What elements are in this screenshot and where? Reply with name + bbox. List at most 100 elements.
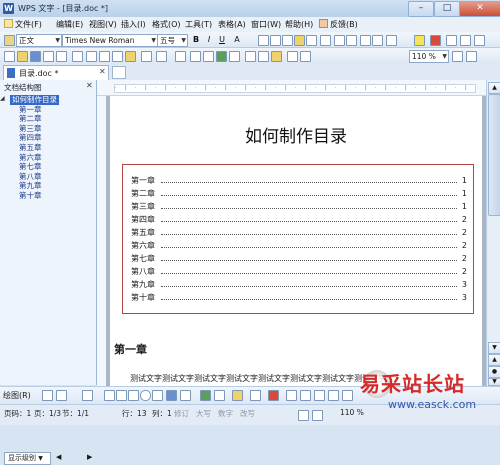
font-color-icon[interactable] bbox=[268, 390, 279, 401]
3d-icon[interactable] bbox=[342, 390, 353, 401]
chart-icon[interactable] bbox=[216, 51, 227, 62]
hyperlink-icon[interactable] bbox=[175, 51, 186, 62]
wordart-icon[interactable] bbox=[166, 390, 177, 401]
rotate-icon[interactable] bbox=[56, 390, 67, 401]
menu-feedback[interactable]: 反馈(B) bbox=[318, 18, 359, 31]
paste-icon[interactable] bbox=[112, 51, 123, 62]
collapse-arrow-icon[interactable]: ◢ bbox=[0, 95, 5, 102]
toc-entry[interactable]: 第四章 2 bbox=[131, 214, 467, 226]
table-icon[interactable] bbox=[190, 51, 201, 62]
close-pane-icon[interactable]: ✕ bbox=[86, 81, 93, 90]
line-color-icon[interactable] bbox=[250, 390, 261, 401]
menu-window[interactable]: 窗口(W) bbox=[250, 18, 282, 31]
font-color-button[interactable]: A bbox=[232, 34, 242, 45]
insert-table-icon[interactable] bbox=[203, 51, 214, 62]
document-map-icon[interactable] bbox=[258, 51, 269, 62]
bullets-icon[interactable] bbox=[346, 35, 357, 46]
text-color-icon[interactable] bbox=[430, 35, 441, 46]
align-right-icon[interactable] bbox=[282, 35, 293, 46]
line-spacing-icon[interactable] bbox=[320, 35, 331, 46]
outline-item[interactable]: 第十章 bbox=[6, 191, 94, 201]
show-marks-icon[interactable] bbox=[271, 51, 282, 62]
spell-check-icon[interactable] bbox=[72, 51, 83, 62]
outline-item[interactable]: 第四章 bbox=[6, 133, 94, 143]
scroll-up-icon[interactable]: ▲ bbox=[488, 82, 500, 94]
grow-font-icon[interactable] bbox=[446, 35, 457, 46]
document-page[interactable]: 如何制作目录 第一章 1 第二章 1 第三章 1 第四章 2 第五章 2 第六章 2 第七章… bbox=[110, 96, 482, 386]
outline-item[interactable]: 第九章 bbox=[6, 181, 94, 191]
drawing-menu[interactable]: 绘图(R) bbox=[3, 390, 31, 401]
menu-help[interactable]: 帮助(H) bbox=[284, 18, 314, 31]
toc-entry[interactable]: 第五章 2 bbox=[131, 227, 467, 239]
select-browse-object-icon[interactable]: ● bbox=[488, 366, 500, 378]
clear-format-icon[interactable] bbox=[474, 35, 485, 46]
font-select[interactable]: Times New Roman ▼ bbox=[62, 34, 158, 47]
toc-entry[interactable]: 第九章 3 bbox=[131, 279, 467, 291]
scroll-right-icon[interactable]: ▶ bbox=[87, 453, 92, 461]
justify-icon[interactable] bbox=[294, 35, 305, 46]
toc-entry[interactable]: 第八章 2 bbox=[131, 266, 467, 278]
help-icon[interactable] bbox=[452, 51, 463, 62]
toc-entry[interactable]: 第一章 1 bbox=[131, 175, 467, 187]
scroll-left-icon[interactable]: ◀ bbox=[56, 453, 61, 461]
menu-view[interactable]: 视图(V) bbox=[88, 18, 118, 31]
close-tab-icon[interactable]: ✕ bbox=[99, 67, 106, 76]
outline-item[interactable]: 第六章 bbox=[6, 153, 94, 163]
menu-table[interactable]: 表格(A) bbox=[217, 18, 247, 31]
view-mode-icon[interactable] bbox=[298, 410, 309, 421]
oval-icon[interactable] bbox=[140, 390, 151, 401]
page-view-icon[interactable] bbox=[312, 410, 323, 421]
dash-style-icon[interactable] bbox=[300, 390, 311, 401]
new-tab-button[interactable] bbox=[112, 66, 126, 79]
menu-format[interactable]: 格式(O) bbox=[151, 18, 182, 31]
picture-icon[interactable] bbox=[214, 390, 225, 401]
status-overwrite[interactable]: 改写 bbox=[240, 408, 255, 419]
outline-item[interactable]: 第五章 bbox=[6, 143, 94, 153]
textbox-icon[interactable] bbox=[300, 51, 311, 62]
borders-icon[interactable] bbox=[386, 35, 397, 46]
toc-entry[interactable]: 第六章 2 bbox=[131, 240, 467, 252]
outline-item[interactable]: 第一章 bbox=[6, 105, 94, 115]
align-left-icon[interactable] bbox=[258, 35, 269, 46]
distribute-icon[interactable] bbox=[306, 35, 317, 46]
next-page-icon[interactable]: ▼ bbox=[488, 378, 500, 386]
close-button[interactable]: ✕ bbox=[459, 1, 500, 17]
scroll-thumb[interactable] bbox=[488, 94, 500, 216]
previous-page-icon[interactable]: ▲ bbox=[488, 354, 500, 366]
columns-icon[interactable] bbox=[229, 51, 240, 62]
wps-app-icon[interactable]: W bbox=[3, 3, 14, 14]
clip-art-icon[interactable] bbox=[200, 390, 211, 401]
shadow-icon[interactable] bbox=[328, 390, 339, 401]
style-select[interactable]: 正文 ▼ bbox=[16, 34, 62, 47]
increase-indent-icon[interactable] bbox=[372, 35, 383, 46]
align-center-icon[interactable] bbox=[270, 35, 281, 46]
new-document-icon[interactable] bbox=[4, 51, 15, 62]
full-screen-icon[interactable] bbox=[466, 51, 477, 62]
print-icon[interactable] bbox=[43, 51, 54, 62]
minimize-button[interactable]: – bbox=[408, 1, 434, 17]
toc-entry[interactable]: 第七章 2 bbox=[131, 253, 467, 265]
redo-icon[interactable] bbox=[156, 51, 167, 62]
italic-button[interactable]: I bbox=[204, 34, 214, 45]
status-zoom[interactable]: 110 % bbox=[340, 408, 364, 417]
menu-file[interactable]: 文件(F) bbox=[3, 18, 43, 31]
diagram-icon[interactable] bbox=[180, 390, 191, 401]
table-of-contents[interactable]: 第一章 1 第二章 1 第三章 1 第四章 2 第五章 2 第六章 2 第七章 2 第八章 2 … bbox=[122, 164, 474, 314]
undo-icon[interactable] bbox=[141, 51, 152, 62]
numbering-icon[interactable] bbox=[334, 35, 345, 46]
toc-entry[interactable]: 第二章 1 bbox=[131, 188, 467, 200]
bold-button[interactable]: B bbox=[191, 34, 201, 45]
status-revision[interactable]: 修订 bbox=[174, 408, 189, 419]
underline-button[interactable]: U bbox=[217, 34, 227, 45]
format-painter-icon[interactable] bbox=[125, 51, 136, 62]
autoshapes-icon[interactable] bbox=[82, 390, 93, 401]
print-preview-icon[interactable] bbox=[56, 51, 67, 62]
outline-item[interactable]: 第二章 bbox=[6, 114, 94, 124]
maximize-button[interactable]: □ bbox=[434, 1, 460, 17]
menu-insert[interactable]: 插入(I) bbox=[120, 18, 147, 31]
show-level-button[interactable]: 显示级别 ▼ bbox=[4, 452, 51, 465]
toc-entry[interactable]: 第十章 3 bbox=[131, 292, 467, 304]
outline-item[interactable]: 第七章 bbox=[6, 162, 94, 172]
font-size-select[interactable]: 五号 ▼ bbox=[157, 34, 188, 47]
fill-color-icon[interactable] bbox=[232, 390, 243, 401]
